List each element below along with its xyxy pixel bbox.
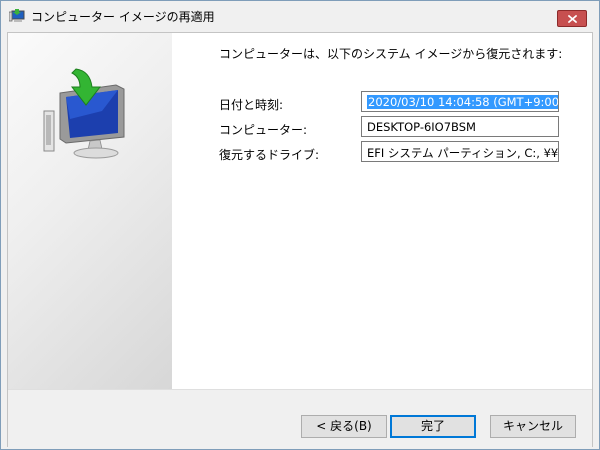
restore-drive-field[interactable]: EFI システム パーティション, C:, ¥¥?¥Volum: [361, 141, 559, 162]
close-button[interactable]: [557, 10, 587, 27]
date-time-value: 2020/03/10 14:04:58 (GMT+9:00): [367, 95, 558, 109]
wizard-sidebar: [8, 33, 172, 389]
title-bar[interactable]: コンピューター イメージの再適用: [1, 1, 599, 31]
computer-value: DESKTOP-6IO7BSM: [367, 120, 476, 134]
restore-drive-label: 復元するドライブ:: [219, 148, 320, 162]
restore-drive-value: EFI システム パーティション, C:, ¥¥?¥Volum: [367, 146, 559, 160]
computer-restore-icon: [43, 68, 125, 159]
system-image-restore-icon: [9, 9, 25, 22]
finish-button[interactable]: 完了: [390, 415, 476, 438]
date-time-field[interactable]: 2020/03/10 14:04:58 (GMT+9:00): [361, 91, 559, 112]
computer-label: コンピューター:: [219, 123, 308, 137]
window-title: コンピューター イメージの再適用: [31, 10, 215, 24]
back-button[interactable]: < 戻る(B): [301, 415, 387, 438]
computer-field[interactable]: DESKTOP-6IO7BSM: [361, 116, 559, 137]
wizard-footer: < 戻る(B) 完了 キャンセル: [8, 389, 592, 447]
instruction-text: コンピューターは、以下のシステム イメージから復元されます:: [219, 47, 563, 61]
wizard-body: コンピューターは、以下のシステム イメージから復元されます: 日付と時刻: 20…: [7, 32, 593, 447]
date-time-label: 日付と時刻:: [219, 98, 284, 112]
close-icon: [568, 15, 577, 23]
cancel-button[interactable]: キャンセル: [490, 415, 576, 438]
restore-wizard-window: コンピューター イメージの再適用 コンピューターは、以下のシステム イメージから…: [0, 0, 600, 450]
